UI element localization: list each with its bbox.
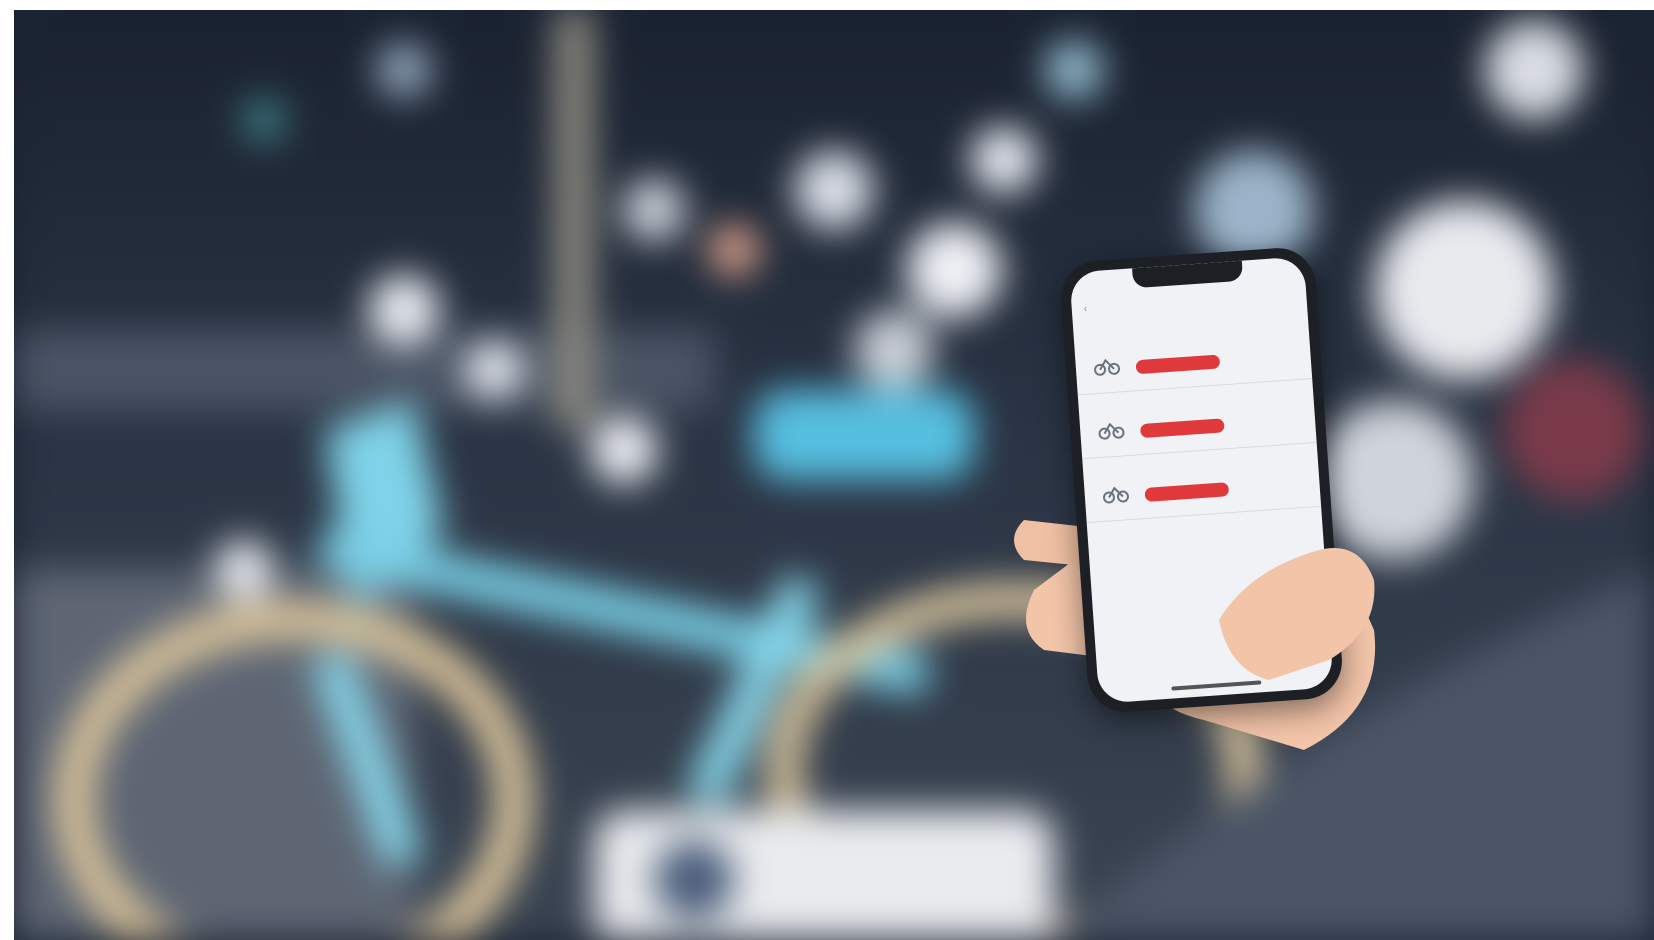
rent-button[interactable] [1135,354,1221,375]
photo: ‹ [14,10,1654,940]
rent-button[interactable] [1139,418,1225,439]
rent-button[interactable] [1144,482,1230,502]
app-title [1072,290,1306,306]
bike-icon [1094,358,1121,376]
bike-icon [1098,422,1125,440]
phone-notch [1131,260,1243,289]
thumb-illustration [1219,548,1375,680]
bike-icon [1102,486,1129,504]
back-icon[interactable]: ‹ [1083,304,1087,315]
